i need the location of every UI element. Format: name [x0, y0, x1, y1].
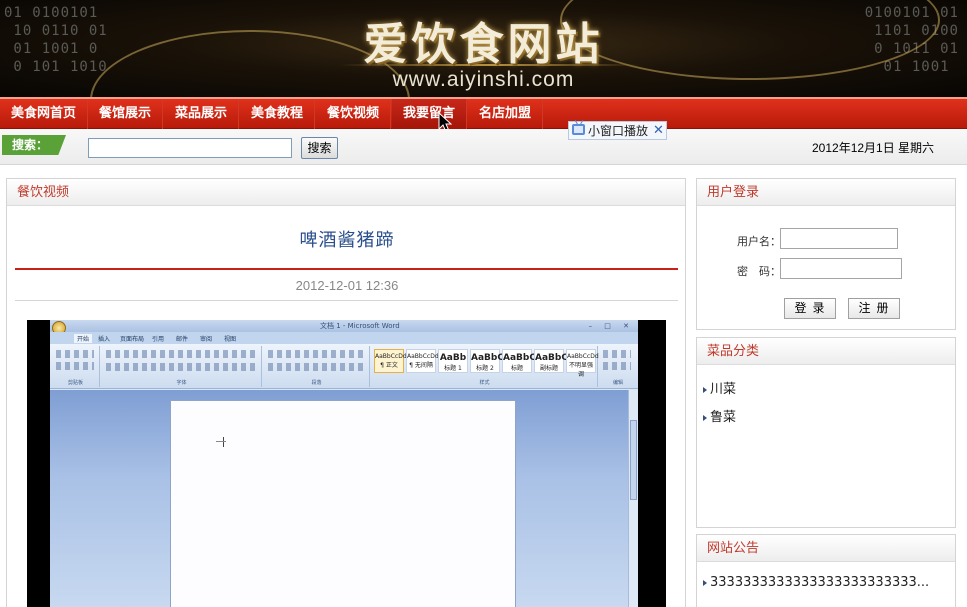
style-subtitle: AaBbC 副标题 [534, 349, 568, 373]
title-divider [15, 268, 678, 270]
category-item[interactable]: 川菜 [703, 378, 736, 397]
register-button[interactable]: 注册 [848, 298, 900, 319]
style-subtle-emphasis: AaBbCcDd 不明显强调 [566, 349, 599, 378]
bullet-arrow-icon [703, 386, 707, 393]
site-title: 爱饮食网站 [363, 19, 604, 70]
search-bar: 搜索： 搜索 2012年12月1日 星期六 [0, 129, 967, 165]
toolbar-icons [56, 350, 94, 358]
category-panel: 菜品分类 川菜 鲁菜 [696, 337, 956, 528]
nav-item-message[interactable]: 我要留言 [392, 99, 468, 129]
category-label[interactable]: 川菜 [710, 382, 736, 397]
toolbar-icons [268, 350, 364, 358]
bullet-arrow-icon [703, 414, 707, 421]
word-tab: 页面布局 [120, 336, 145, 343]
word-group-clipboard: 剪贴板 [52, 346, 100, 387]
word-window-title: 文档 1 - Microsoft Word [320, 322, 400, 330]
nav-item-restaurants[interactable]: 餐馆展示 [88, 99, 164, 129]
toolbar-icons [268, 363, 364, 371]
word-titlebar: 文档 1 - Microsoft Word – □ ✕ [50, 320, 638, 332]
mini-player-popup[interactable]: 小窗口播放 ✕ [568, 121, 667, 140]
category-label[interactable]: 鲁菜 [710, 410, 736, 425]
login-button[interactable]: 登录 [784, 298, 836, 319]
mini-player-label[interactable]: 小窗口播放 [588, 123, 648, 140]
word-scrollbar [628, 390, 638, 607]
style-normal: AaBbCcDd ¶ 正文 [374, 349, 407, 373]
bullet-arrow-icon [703, 579, 707, 586]
word-ribbon: 剪贴板 字体 段落 AaBbCcDd ¶ 正文 AaBbCcDd ¶ 无间隔 AaB… [50, 344, 638, 389]
word-tab: 视图 [224, 336, 237, 343]
toolbar-icons [106, 363, 256, 371]
toolbar-icons [106, 350, 256, 358]
style-title: AaBbC 标题 [502, 349, 536, 373]
word-document-page [170, 400, 516, 607]
category-item[interactable]: 鲁菜 [703, 406, 736, 425]
word-tab: 开始 [74, 334, 93, 343]
word-group-paragraph: 段落 [264, 346, 370, 387]
notice-item[interactable]: 3333333333333333333333333... [703, 575, 929, 590]
password-label: 密 码： [737, 265, 781, 278]
text-caret [223, 437, 224, 447]
article-title: 啤酒酱猪蹄 [299, 230, 395, 251]
close-icon[interactable]: ✕ [653, 122, 664, 139]
word-group-label: 编辑 [612, 380, 623, 386]
current-date: 2012年12月1日 星期六 [812, 141, 935, 155]
login-panel: 用户登录 用户名： 密 码： 登录 注册 [696, 178, 956, 330]
word-group-font: 字体 [102, 346, 262, 387]
word-group-editing: 编辑 [600, 346, 636, 387]
site-url: www.aiyinshi.com [392, 68, 575, 91]
site-banner: 01 0100101 10 0110 01 01 1001 0 0 101 10… [0, 0, 967, 97]
style-heading-2: AaBbC 标题 2 [470, 349, 504, 373]
word-tab: 引用 [152, 336, 165, 343]
search-button[interactable]: 搜索 [301, 137, 338, 159]
word-group-label: 段落 [311, 380, 322, 386]
notice-panel: 网站公告 3333333333333333333333333... [696, 534, 956, 607]
article-date: 2012-12-01 12:36 [295, 278, 399, 293]
text-caret [216, 441, 226, 442]
video-panel-title: 餐饮视频 [7, 179, 685, 206]
word-group-label: 字体 [176, 380, 187, 386]
login-panel-title: 用户登录 [697, 179, 955, 206]
category-panel-title: 菜品分类 [697, 338, 955, 365]
word-ribbon-tabs: 开始 插入 页面布局 引用 邮件 审阅 视图 [50, 332, 638, 344]
word-group-styles: AaBbCcDd ¶ 正文 AaBbCcDd ¶ 无间隔 AaBb 标题 1 AaBb… [372, 346, 599, 387]
nav-item-franchise[interactable]: 名店加盟 [468, 99, 544, 129]
nav-item-home[interactable]: 美食网首页 [0, 99, 89, 129]
style-heading-1: AaBb 标题 1 [438, 349, 468, 373]
toolbar-icons [603, 362, 631, 370]
password-field[interactable] [780, 258, 902, 279]
word-scroll-thumb [630, 420, 637, 500]
tv-icon [572, 124, 585, 135]
toolbar-icons [56, 362, 94, 370]
word-tab: 邮件 [176, 336, 189, 343]
nav-item-dishes[interactable]: 菜品展示 [164, 99, 240, 129]
username-field[interactable] [780, 228, 898, 249]
toolbar-icons [603, 350, 631, 358]
search-label: 搜索： [2, 135, 66, 155]
style-no-spacing: AaBbCcDd ¶ 无间隔 [406, 349, 439, 373]
word-tab: 插入 [98, 336, 111, 343]
nav-item-videos[interactable]: 餐饮视频 [316, 99, 392, 129]
video-frame-word-window: 文档 1 - Microsoft Word – □ ✕ 开始 插入 页面布局 引… [50, 320, 638, 607]
word-tab: 审阅 [200, 336, 213, 343]
main-nav: 美食网首页 餐馆展示 菜品展示 美食教程 餐饮视频 我要留言 名店加盟 [0, 97, 967, 129]
date-divider [15, 300, 678, 301]
video-player[interactable]: 文档 1 - Microsoft Word – □ ✕ 开始 插入 页面布局 引… [27, 320, 666, 607]
word-group-label: 样式 [479, 380, 490, 386]
word-workspace [50, 390, 638, 607]
notice-label[interactable]: 3333333333333333333333333... [710, 575, 929, 590]
search-input[interactable] [88, 138, 292, 158]
word-group-label: 剪贴板 [67, 380, 83, 386]
username-label: 用户名： [737, 235, 781, 248]
nav-item-tutorials[interactable]: 美食教程 [240, 99, 316, 129]
notice-panel-title: 网站公告 [697, 535, 955, 562]
video-panel: 餐饮视频 啤酒酱猪蹄 2012-12-01 12:36 文档 1 - Micro… [6, 178, 686, 607]
window-controls-icon: – □ ✕ [588, 322, 634, 330]
